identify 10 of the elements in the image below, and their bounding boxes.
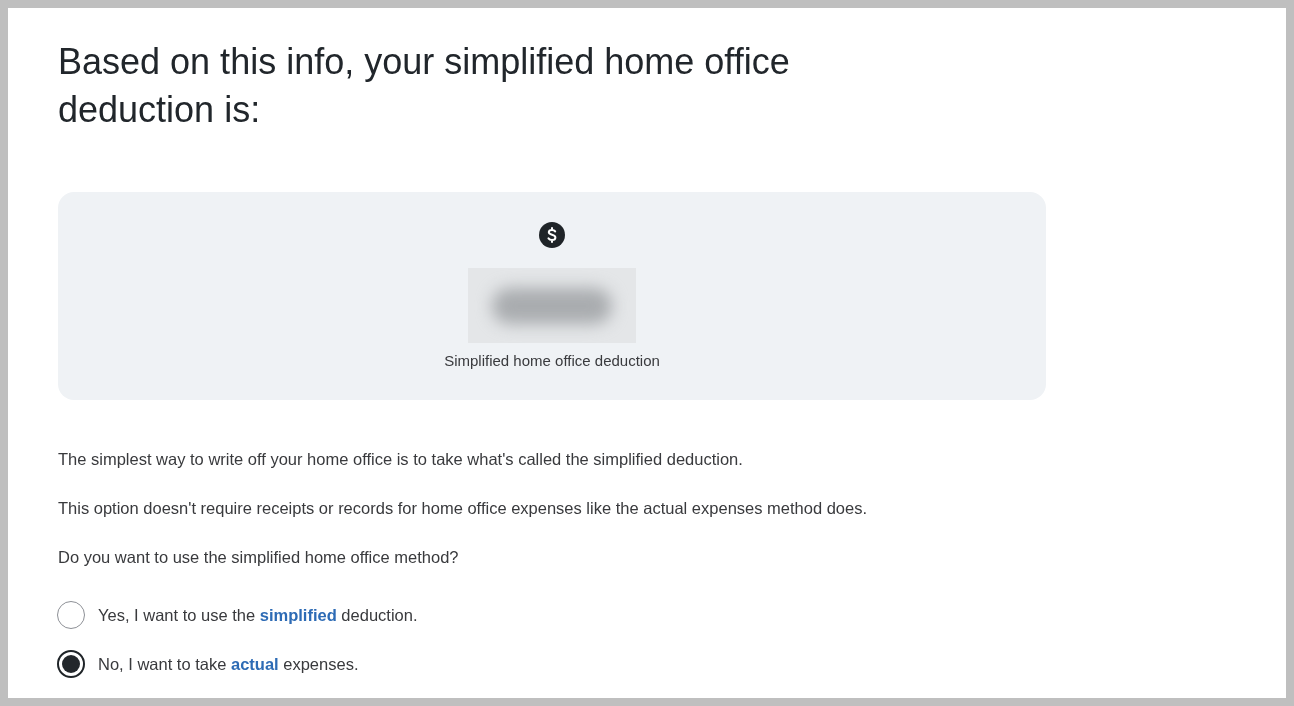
radio-button[interactable]	[57, 650, 85, 678]
body-text: This option doesn't require receipts or records for home office expenses like the actual expenses method does.	[58, 498, 869, 519]
dollar-icon	[539, 222, 565, 248]
radio-label[interactable]: Yes, I want to use the simplified deduction.	[98, 603, 418, 627]
page-heading: Based on this info, your simplified home office deduction is:	[58, 40, 791, 132]
body-text: The simplest way to write off your home office is to take what's called the simplified deduction.	[58, 449, 744, 470]
card-caption: Simplified home office deduction	[444, 351, 660, 371]
radio-button[interactable]	[57, 601, 85, 629]
radio-label[interactable]: No, I want to take actual expenses.	[98, 652, 359, 676]
body-text: Do you want to use the simplified home office method?	[58, 547, 460, 568]
